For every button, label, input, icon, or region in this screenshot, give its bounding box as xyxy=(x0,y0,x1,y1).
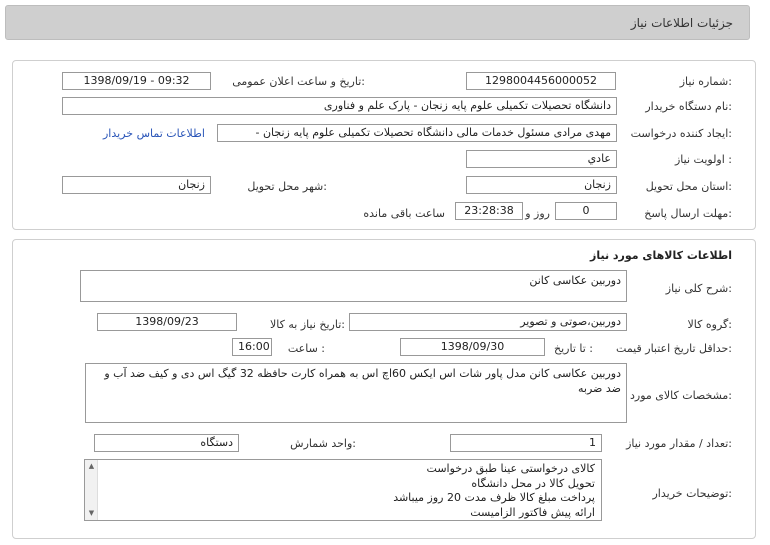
validity-hour-label: ساعت : xyxy=(287,342,325,355)
quantity-field: 1 xyxy=(450,434,602,452)
deadline-days-field: 0 xyxy=(555,202,617,220)
need-date-label: تاریخ نیاز به کالا: xyxy=(270,318,345,331)
deadline-label: مهلت ارسال پاسخ: xyxy=(644,207,732,220)
note-line: پرداخت مبلغ کالا ظرف مدت 20 روز میباشد xyxy=(393,491,595,504)
buyer-contact-link[interactable]: اطلاعات تماس خریدار xyxy=(103,127,205,140)
days-word: روز و xyxy=(525,207,550,220)
goods-specs-field: دوربین عکاسی کانن مدل پاور شات اس ایکس 6… xyxy=(85,363,627,423)
buyer-org-field: دانشگاه تحصیلات تکمیلی علوم پایه زنجان -… xyxy=(62,97,617,115)
buyer-org-label: نام دستگاه خریدار: xyxy=(645,100,732,113)
announce-date-field: 1398/09/19 - 09:32 xyxy=(62,72,211,90)
quantity-label: تعداد / مقدار مورد نیاز: xyxy=(626,437,732,450)
delivery-city-label: شهر محل تحویل: xyxy=(247,180,327,193)
delivery-city-field: زنجان xyxy=(62,176,211,194)
unit-field: دستگاه xyxy=(94,434,239,452)
need-date-field: 1398/09/23 xyxy=(97,313,237,331)
validity-date-field: 1398/09/30 xyxy=(400,338,545,356)
notes-scrollbar[interactable]: ▲ ▼ xyxy=(85,460,98,520)
goods-specs-label: مشخصات کالای مورد نیاز: xyxy=(611,389,732,402)
need-number-field: 1298004456000052 xyxy=(466,72,616,90)
goods-group-field: دوربین،صوتی و تصویر xyxy=(349,313,627,331)
goods-section-title: اطلاعات کالاهای مورد نیاز xyxy=(590,249,732,262)
goods-group-label: گروه کالا: xyxy=(687,318,732,331)
need-number-label: شماره نیاز: xyxy=(679,75,732,88)
need-summary-label: شرح کلی نیاز: xyxy=(665,282,732,295)
notes-lines: کالای درخواستی عینا طبق درخواست تحویل کا… xyxy=(111,462,595,520)
buyer-notes-listbox[interactable]: ▲ ▼ کالای درخواستی عینا طبق درخواست تحوی… xyxy=(84,459,602,521)
page-title: جزئیات اطلاعات نیاز xyxy=(630,16,733,30)
validity-time-field: 16:00 xyxy=(232,338,272,356)
min-validity-label: حداقل تاریخ اعتبار قیمت: xyxy=(616,342,732,355)
note-line: کالای درخواستی عینا طبق درخواست xyxy=(426,462,595,475)
note-line: ارائه پیش فاکتور الزامیست xyxy=(470,505,595,519)
announce-date-label: تاریخ و ساعت اعلان عمومی: xyxy=(232,75,365,88)
request-creator-field: مهدی مرادی مسئول خدمات مالی دانشگاه تحصی… xyxy=(217,124,617,142)
page-header: جزئیات اطلاعات نیاز xyxy=(5,5,750,40)
need-summary-field: دوربین عکاسی کانن xyxy=(80,270,627,302)
remaining-word: ساعت باقی مانده xyxy=(363,207,445,220)
priority-label: اولویت نیاز : xyxy=(674,153,732,166)
unit-label: واحد شمارش: xyxy=(290,437,356,450)
scroll-up-icon[interactable]: ▲ xyxy=(87,462,96,471)
delivery-province-field: زنجان xyxy=(466,176,617,194)
scroll-down-icon[interactable]: ▼ xyxy=(87,509,96,518)
delivery-province-label: استان محل تحویل: xyxy=(645,180,732,193)
until-date-label: تا تاریخ : xyxy=(554,342,593,355)
priority-field: عادي xyxy=(466,150,617,168)
request-creator-label: ایجاد کننده درخواست: xyxy=(630,127,732,140)
deadline-time-field: 23:28:38 xyxy=(455,202,523,220)
note-line: تحویل کالا در محل دانشگاه xyxy=(471,476,595,490)
buyer-notes-label: توضیحات خریدار: xyxy=(652,487,733,500)
